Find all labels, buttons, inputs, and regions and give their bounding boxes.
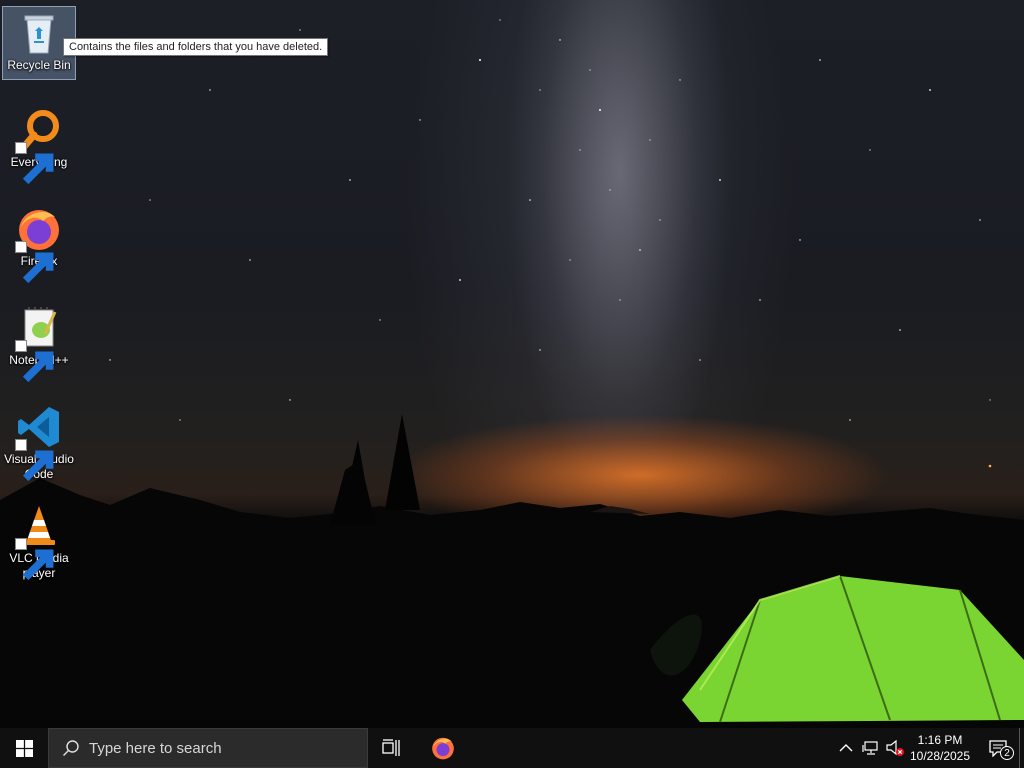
- vlc-icon: [15, 502, 63, 581]
- notification-count-badge: 2: [1000, 746, 1014, 760]
- shortcut-arrow-icon: [15, 439, 54, 482]
- desktop-icon-label: Recycle Bin: [7, 58, 71, 72]
- taskbar-search-box[interactable]: Type here to search: [48, 728, 368, 768]
- desktop-icon-notepadpp[interactable]: Notepad++: [2, 302, 76, 383]
- shortcut-arrow-icon: [15, 340, 54, 383]
- desktop-icon-vlc[interactable]: VLC media player: [2, 500, 76, 581]
- vscode-icon: [15, 403, 63, 482]
- desktop-icon-firefox[interactable]: Firefox: [2, 203, 76, 284]
- taskbar-app-firefox[interactable]: [420, 728, 466, 768]
- chevron-up-icon: [839, 744, 853, 752]
- task-view-icon: [382, 739, 400, 756]
- clock-date: 10/28/2025: [909, 749, 971, 763]
- landscape-silhouette: [0, 414, 1024, 728]
- firefox-icon: [15, 205, 63, 284]
- search-icon: [63, 740, 79, 756]
- notepadpp-icon: [15, 304, 63, 383]
- firefox-icon: [432, 737, 454, 760]
- shortcut-arrow-icon: [15, 538, 54, 581]
- taskbar: Type here to search 1:16 PM 10/28/2025 2: [0, 728, 1024, 768]
- desktop-icon-vscode[interactable]: Visual Studio Code: [2, 401, 76, 482]
- volume-tray-button[interactable]: [884, 728, 906, 768]
- everything-search-icon: [15, 106, 63, 185]
- desktop-icon-everything[interactable]: Everything: [2, 104, 76, 185]
- recycle-bin-tooltip: Contains the files and folders that you …: [63, 38, 329, 56]
- clock-time: 1:16 PM: [917, 733, 963, 747]
- action-center-button[interactable]: 2: [978, 728, 1018, 768]
- volume-muted-icon: [886, 739, 904, 756]
- windows-logo-icon: [15, 739, 33, 757]
- taskbar-clock[interactable]: 1:16 PM 10/28/2025: [906, 728, 974, 768]
- task-view-button[interactable]: [370, 728, 414, 768]
- shortcut-arrow-icon: [15, 142, 54, 185]
- show-hidden-icons-button[interactable]: [836, 728, 856, 768]
- network-tray-button[interactable]: [860, 728, 882, 768]
- recycle-bin-icon: [15, 9, 63, 57]
- start-button[interactable]: [0, 728, 48, 768]
- shortcut-arrow-icon: [15, 241, 54, 284]
- search-placeholder: Type here to search: [89, 739, 222, 757]
- show-desktop-button[interactable]: [1019, 728, 1024, 768]
- desktop[interactable]: Recycle Bin Contains the files and folde…: [0, 0, 1024, 728]
- network-icon: [862, 741, 878, 755]
